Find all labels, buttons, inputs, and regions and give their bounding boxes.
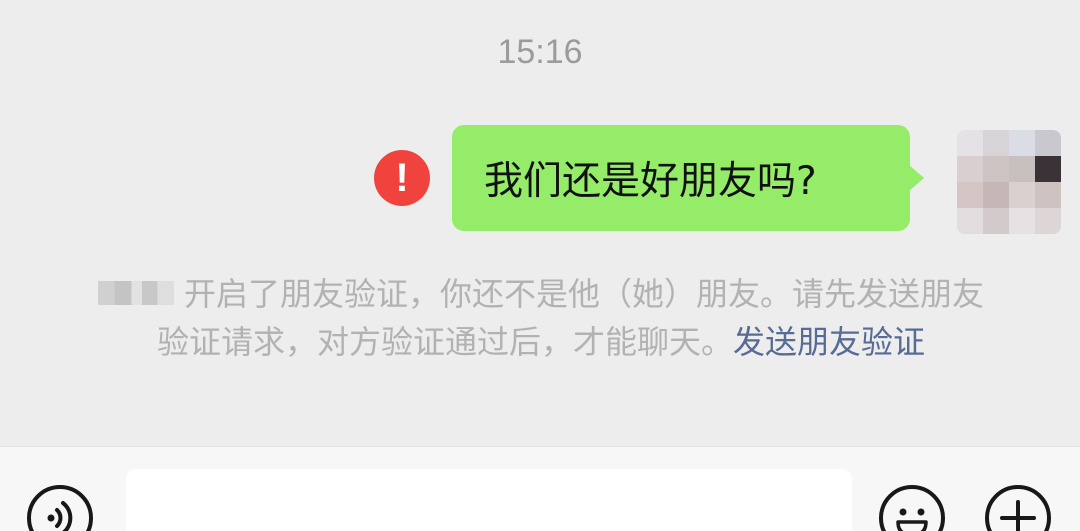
voice-input-button[interactable] [27,485,93,531]
input-bar [0,446,1080,531]
plus-icon [1000,500,1036,531]
voice-icon [47,501,73,531]
friend-verification-notice: 开启了朋友验证，你还不是他（她）朋友。请先发送朋友验证请求，对方验证通过后，才能… [96,270,986,366]
masked-contact-name [97,281,174,305]
user-avatar[interactable] [957,130,1061,234]
chat-area: 15:16 ! 我们还是好朋友吗? 开启了朋友验证，你还不是他（她）朋友。请先发… [0,0,1080,446]
more-actions-button[interactable] [985,485,1051,531]
message-input[interactable] [126,469,852,531]
emoji-button[interactable] [879,485,945,531]
message-timestamp: 15:16 [497,33,583,71]
bubble-tail [909,165,924,191]
send-friend-verification-link[interactable]: 发送朋友验证 [733,323,925,361]
message-text: 我们还是好朋友吗? [484,159,817,204]
outgoing-message-bubble[interactable]: 我们还是好朋友吗? [452,125,910,231]
send-failed-error-icon[interactable]: ! [374,150,430,206]
emoji-icon [896,508,928,531]
